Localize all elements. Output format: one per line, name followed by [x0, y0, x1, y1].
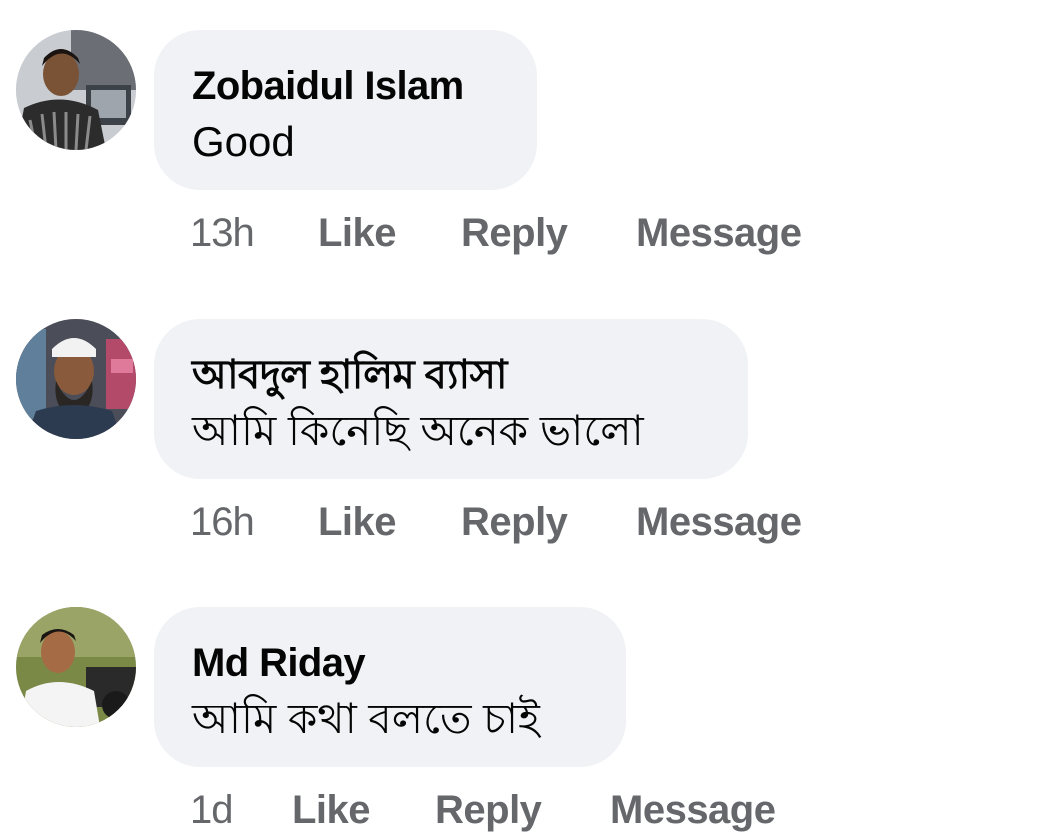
avatar[interactable]: [16, 607, 136, 727]
like-button[interactable]: Like: [292, 788, 435, 833]
reply-button[interactable]: Reply: [461, 211, 636, 256]
avatar[interactable]: [16, 319, 136, 439]
comment-text: আমি কিনেছি অনেক ভালো: [192, 407, 644, 454]
comment-bubble: Md Riday আমি কথা বলতে চাই: [154, 607, 626, 767]
comment-bubble: আবদুল হালিম ব্যাসা আমি কিনেছি অনেক ভালো: [154, 319, 748, 479]
comment-author[interactable]: আবদুল হালিম ব্যাসা: [192, 349, 710, 401]
message-button[interactable]: Message: [636, 500, 802, 545]
reply-button[interactable]: Reply: [461, 500, 636, 545]
message-button[interactable]: Message: [636, 211, 802, 256]
comment-author[interactable]: Md Riday: [192, 637, 588, 689]
comment-actions: 1d Like Reply Message: [190, 785, 776, 835]
comment-text: আমি কথা বলতে চাই: [192, 695, 540, 742]
like-button[interactable]: Like: [318, 500, 461, 545]
like-button[interactable]: Like: [318, 211, 461, 256]
comment-timestamp[interactable]: 1d: [190, 788, 292, 833]
comment-timestamp[interactable]: 16h: [190, 500, 318, 545]
comment-author[interactable]: Zobaidul Islam: [192, 60, 499, 112]
message-button[interactable]: Message: [610, 788, 776, 833]
comment-timestamp[interactable]: 13h: [190, 211, 318, 256]
comment-text: Good: [192, 118, 295, 165]
avatar[interactable]: [16, 30, 136, 150]
comment-actions: 13h Like Reply Message: [190, 208, 802, 258]
avatar-photo: [16, 30, 136, 150]
avatar-photo: [16, 607, 136, 727]
avatar-photo: [16, 319, 136, 439]
comment-actions: 16h Like Reply Message: [190, 497, 802, 547]
comment-bubble: Zobaidul Islam Good: [154, 30, 537, 190]
reply-button[interactable]: Reply: [435, 788, 610, 833]
